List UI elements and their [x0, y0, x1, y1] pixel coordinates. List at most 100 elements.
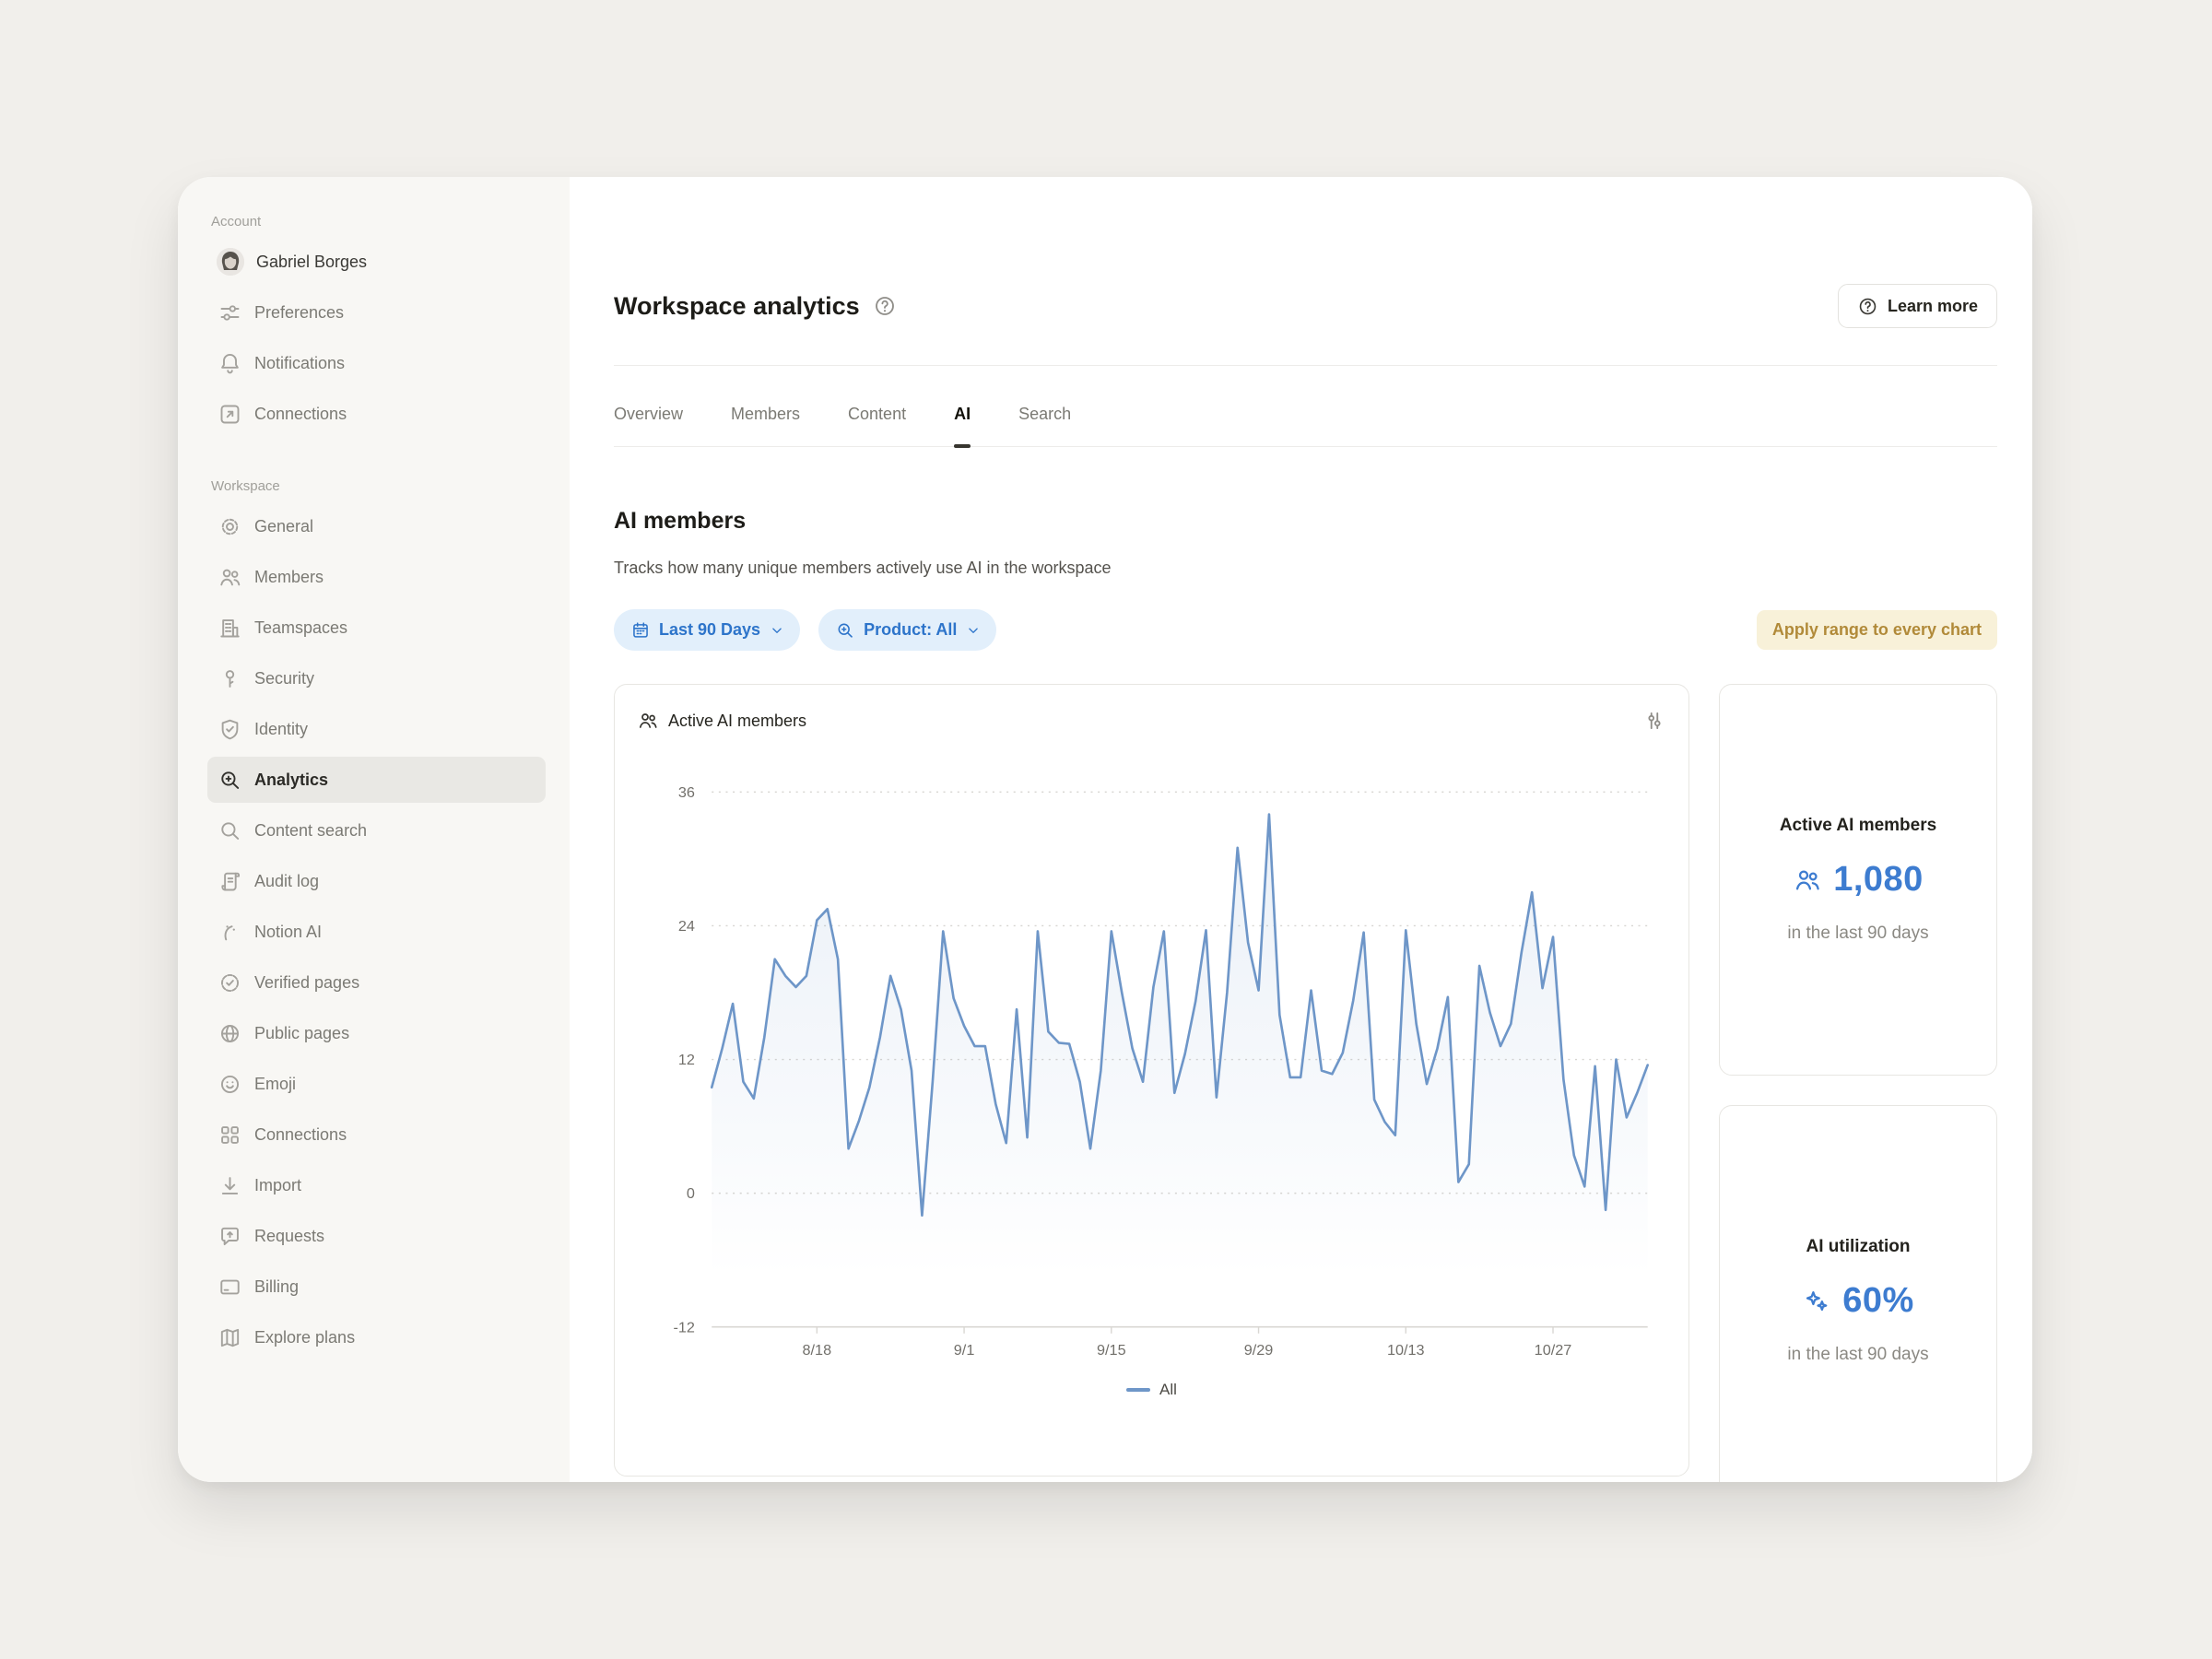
sidebar-item-label: Analytics	[254, 771, 328, 790]
sidebar-item-label: Verified pages	[254, 973, 359, 993]
filter-chip-label: Product: All	[864, 620, 957, 640]
line-chart: 3624120-128/189/19/159/2910/1310/27	[637, 751, 1666, 1364]
sidebar-item-label: Teamspaces	[254, 618, 347, 638]
filter-chip-product-all[interactable]: Product: All	[818, 609, 996, 651]
sidebar-item-explore-plans[interactable]: Explore plans	[207, 1314, 546, 1360]
credit-card-icon	[217, 1274, 242, 1300]
help-circle-icon[interactable]	[873, 294, 897, 318]
building-icon	[217, 615, 242, 641]
zoom-in-icon	[835, 620, 855, 641]
map-icon	[217, 1324, 242, 1350]
x-axis-tick: 9/29	[1244, 1342, 1274, 1359]
settings-window: Account Gabriel Borges Preferences Notifica…	[178, 177, 2032, 1482]
chart-plot: 3624120-128/189/19/159/2910/1310/27	[637, 751, 1666, 1359]
sidebar-item-label: Identity	[254, 720, 308, 739]
scroll-icon	[217, 868, 242, 894]
chevron-down-icon	[769, 622, 785, 639]
smiley-icon	[217, 1071, 242, 1097]
section-description: Tracks how many unique members actively …	[614, 559, 1997, 578]
apply-range-button[interactable]: Apply range to every chart	[1757, 610, 1997, 650]
sidebar-section-label-workspace: Workspace	[211, 478, 546, 494]
sidebar-item-emoji[interactable]: Emoji	[207, 1061, 546, 1107]
sidebar-item-label: Explore plans	[254, 1328, 355, 1347]
sidebar-item-analytics[interactable]: Analytics	[207, 757, 546, 803]
stat-value: 1,080	[1833, 860, 1924, 900]
key-icon	[217, 665, 242, 691]
main-content: Workspace analytics Learn more Overview M…	[570, 177, 2032, 1482]
y-axis-tick: 12	[678, 1052, 695, 1068]
content-row: Active AI members 3624120-128/189/19/159…	[614, 684, 1997, 1482]
sidebar-item-label: Emoji	[254, 1075, 296, 1094]
badge-check-icon	[217, 970, 242, 995]
sidebar-item-label: Billing	[254, 1277, 299, 1297]
sidebar-item-label: Members	[254, 568, 324, 587]
stat-card-active-ai-members: Active AI members 1,080 in the last 90 day…	[1719, 684, 1997, 1076]
x-axis-tick: 10/27	[1535, 1342, 1572, 1359]
stat-value-row: 1,080	[1793, 860, 1924, 900]
people-icon	[1793, 865, 1822, 895]
sidebar-section-label-account: Account	[211, 214, 546, 229]
stat-title: AI utilization	[1806, 1237, 1911, 1257]
sidebar-section-gap	[207, 441, 546, 473]
sliders-icon	[217, 300, 242, 325]
calendar-icon	[630, 620, 651, 641]
stat-value: 60%	[1842, 1281, 1914, 1321]
sidebar-item-identity[interactable]: Identity	[207, 706, 546, 752]
stat-title: Active AI members	[1780, 816, 1936, 836]
sidebar-item-content-search[interactable]: Content search	[207, 807, 546, 853]
tab-overview[interactable]: Overview	[614, 405, 683, 446]
sidebar-item-label: Public pages	[254, 1024, 349, 1043]
sidebar-item-public-pages[interactable]: Public pages	[207, 1010, 546, 1056]
legend-line-swatch	[1126, 1388, 1150, 1392]
learn-more-button[interactable]: Learn more	[1838, 284, 1997, 328]
stat-caption: in the last 90 days	[1787, 924, 1928, 944]
filter-chip-last-90-days[interactable]: Last 90 Days	[614, 609, 800, 651]
tab-content[interactable]: Content	[848, 405, 906, 446]
filter-row: Last 90 Days Product: All Apply range to e…	[614, 609, 1997, 651]
sidebar-item-audit-log[interactable]: Audit log	[207, 858, 546, 904]
y-axis-tick: 24	[678, 918, 695, 935]
bell-icon	[217, 350, 242, 376]
tab-search[interactable]: Search	[1018, 405, 1071, 446]
x-axis-tick: 10/13	[1387, 1342, 1425, 1359]
sidebar-item-label: Notion AI	[254, 923, 322, 942]
zoom-in-icon	[217, 767, 242, 793]
sparkles-icon	[1802, 1287, 1831, 1316]
page: { "sidebar": { "sections": [ { "label": …	[0, 0, 2212, 1659]
sidebar-item-members[interactable]: Members	[207, 554, 546, 600]
sidebar-item-preferences[interactable]: Preferences	[207, 289, 546, 335]
sidebar-item-connections[interactable]: Connections	[207, 1112, 546, 1158]
sliders-vertical-icon[interactable]	[1642, 709, 1666, 733]
x-axis-tick: 9/15	[1097, 1342, 1126, 1359]
chevron-down-icon	[965, 622, 982, 639]
sidebar-item-label: Connections	[254, 1125, 347, 1145]
notion-ai-icon	[217, 919, 242, 945]
stat-caption: in the last 90 days	[1787, 1345, 1928, 1365]
x-axis-tick: 9/1	[954, 1342, 975, 1359]
y-axis-tick: 0	[687, 1185, 695, 1202]
sidebar-item-import[interactable]: Import	[207, 1162, 546, 1208]
sidebar-item-label: Security	[254, 669, 314, 688]
gear-icon	[217, 513, 242, 539]
external-link-icon	[217, 401, 242, 427]
sidebar-item-gabriel-borges[interactable]: Gabriel Borges	[207, 239, 546, 285]
sidebar-item-teamspaces[interactable]: Teamspaces	[207, 605, 546, 651]
tab-ai[interactable]: AI	[954, 405, 971, 446]
sidebar-item-requests[interactable]: Requests	[207, 1213, 546, 1259]
tab-bar: Overview Members Content AI Search	[614, 366, 1997, 447]
sidebar-item-security[interactable]: Security	[207, 655, 546, 701]
sidebar-item-notion-ai[interactable]: Notion AI	[207, 909, 546, 955]
section-title: AI members	[614, 508, 1997, 535]
help-circle-icon	[1857, 296, 1878, 317]
sidebar-item-notifications[interactable]: Notifications	[207, 340, 546, 386]
sidebar-item-billing[interactable]: Billing	[207, 1264, 546, 1310]
legend-label: All	[1159, 1381, 1177, 1399]
stat-card-ai-utilization: AI utilization 60% in the last 90 days	[1719, 1105, 1997, 1482]
sidebar-item-general[interactable]: General	[207, 503, 546, 549]
page-title: Workspace analytics	[614, 292, 860, 321]
tab-members[interactable]: Members	[731, 405, 800, 446]
request-icon	[217, 1223, 242, 1249]
sidebar-item-label: Gabriel Borges	[256, 253, 367, 272]
sidebar-item-verified-pages[interactable]: Verified pages	[207, 959, 546, 1006]
sidebar-item-connections[interactable]: Connections	[207, 391, 546, 437]
